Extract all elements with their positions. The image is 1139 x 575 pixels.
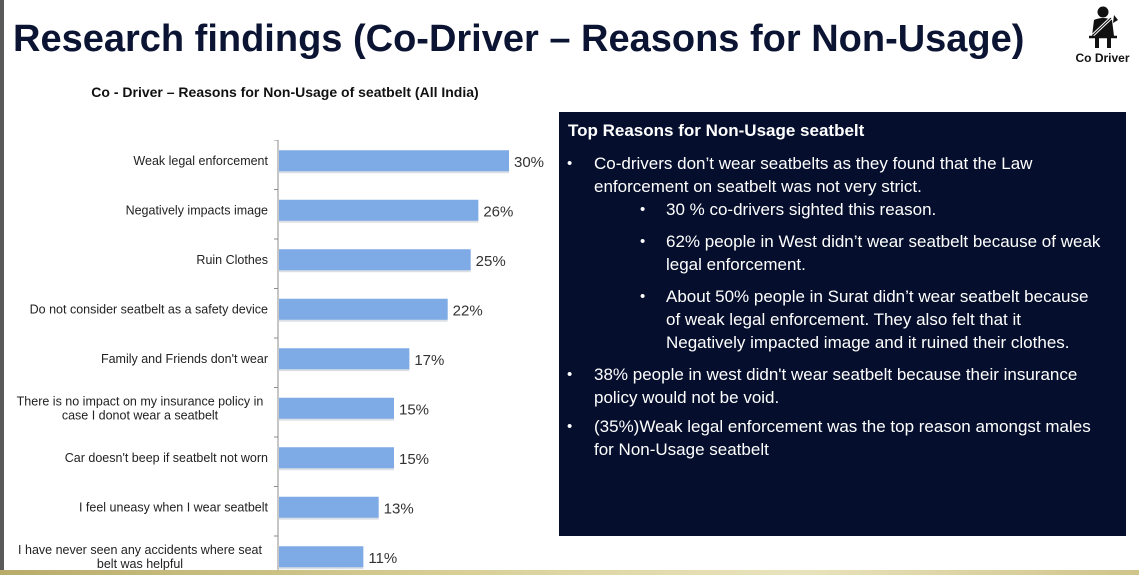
category-label: Car doesn't beep if seatbelt not worn: [65, 451, 268, 465]
finding-item: (35%)Weak legal enforcement was the top …: [559, 415, 1126, 461]
data-label: 13%: [384, 500, 414, 517]
data-label: 17%: [414, 352, 444, 369]
sub-finding-item: 62% people in West didn’t wear seatbelt …: [594, 230, 1112, 276]
slide-bottom-strip: [0, 570, 1139, 575]
seatbelt-person-icon: [1088, 6, 1118, 48]
category-label: There is no impact on my insurance polic…: [17, 394, 264, 408]
findings-list: Co-drivers don’t wear seatbelts as they …: [559, 152, 1126, 467]
sub-finding-item: About 50% people in Surat didn’t wear se…: [594, 285, 1112, 354]
category-label: Weak legal enforcement: [133, 154, 268, 168]
finding-item: 38% people in west didn't wear seatbelt …: [559, 363, 1126, 409]
finding-text: 38% people in west didn't wear seatbelt …: [594, 365, 1078, 407]
data-label: 26%: [483, 203, 513, 220]
bar: [279, 496, 379, 518]
category-label: belt was helpful: [97, 557, 183, 571]
category-label: I feel uneasy when I wear seatbelt: [79, 500, 269, 514]
sub-finding-text: 30 % co-drivers sighted this reason.: [666, 200, 937, 219]
logo-label: Co Driver: [1075, 51, 1130, 65]
bar: [279, 249, 471, 271]
page-title: Research findings (Co-Driver – Reasons f…: [13, 18, 1025, 60]
sub-findings-list: 30 % co-drivers sighted this reason. 62%…: [594, 198, 1112, 354]
panel-heading: Top Reasons for Non-Usage seatbelt: [568, 121, 865, 140]
category-label: I have never seen any accidents where se…: [18, 543, 262, 557]
data-label: 30%: [514, 154, 544, 171]
data-label: 15%: [399, 401, 429, 418]
bar: [279, 546, 364, 568]
bar: [279, 150, 509, 172]
category-label: Ruin Clothes: [196, 253, 268, 267]
chart-title: Co - Driver – Reasons for Non-Usage of s…: [91, 84, 479, 100]
sub-finding-text: About 50% people in Surat didn’t wear se…: [666, 287, 1089, 352]
finding-text: (35%)Weak legal enforcement was the top …: [594, 417, 1091, 459]
co-driver-logo: Co Driver: [1066, 6, 1139, 65]
data-label: 25%: [476, 253, 506, 270]
category-label: Do not consider seatbelt as a safety dev…: [30, 302, 268, 316]
data-label: 11%: [368, 550, 397, 567]
bar: [279, 199, 479, 221]
bar: [279, 397, 394, 419]
sub-finding-text: 62% people in West didn’t wear seatbelt …: [666, 232, 1101, 274]
findings-panel: Top Reasons for Non-Usage seatbelt Co-dr…: [559, 112, 1126, 536]
data-label: 15%: [399, 451, 429, 468]
category-label: case I donot wear a seatbelt: [62, 408, 219, 422]
bar: [279, 447, 394, 469]
data-label: 22%: [453, 302, 483, 319]
bar: [279, 298, 448, 320]
sub-finding-item: 30 % co-drivers sighted this reason.: [594, 198, 1112, 221]
category-label: Negatively impacts image: [126, 203, 268, 217]
finding-text: Co-drivers don’t wear seatbelts as they …: [594, 154, 1033, 196]
finding-item: Co-drivers don’t wear seatbelts as they …: [559, 152, 1126, 354]
category-label: Family and Friends don't wear: [101, 352, 268, 366]
bar-chart: 30% Weak legal enforcement 26% Negatively i…: [17, 140, 544, 575]
bar: [279, 348, 410, 370]
